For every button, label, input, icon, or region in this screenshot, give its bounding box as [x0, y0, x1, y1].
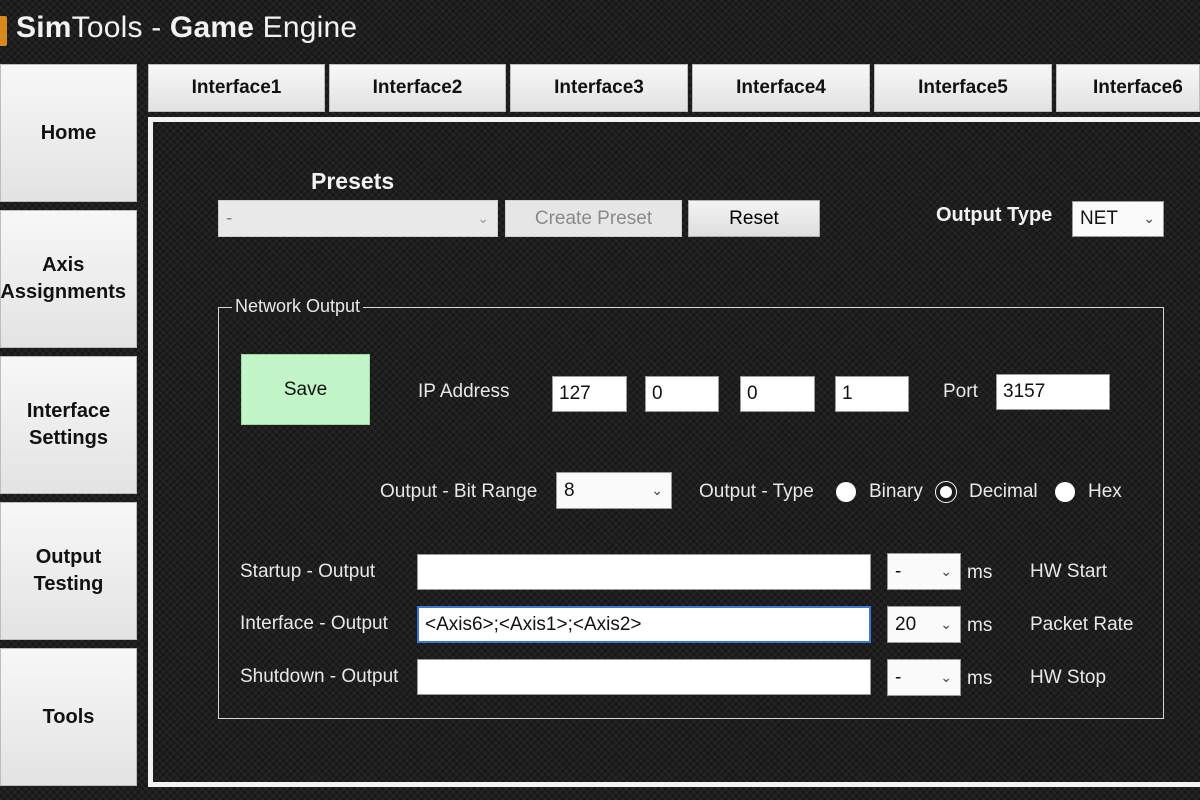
output-type-radio-label: Output - Type [699, 481, 814, 502]
shutdown-output-label: Shutdown - Output [240, 666, 399, 687]
presets-title: Presets [311, 168, 395, 194]
radio-decimal-label: Decimal [969, 481, 1038, 502]
hw-stop-label: HW Stop [1030, 667, 1107, 688]
startup-ms-unit: ms [967, 562, 993, 583]
shutdown-ms-dropdown[interactable]: - ⌄ [887, 659, 961, 696]
tab-interface3[interactable]: Interface3 [510, 64, 688, 112]
bit-range-label: Output - Bit Range [380, 481, 538, 502]
sidebar-item-output-testing[interactable]: Output Testing [0, 502, 137, 640]
app-logo-icon [0, 16, 7, 46]
tab-interface4[interactable]: Interface4 [692, 64, 870, 112]
ip-octet-3-input[interactable] [740, 376, 815, 412]
ip-octet-4-input[interactable] [835, 376, 909, 412]
ip-address-label: IP Address [418, 381, 510, 402]
tab-interface6[interactable]: Interface6 [1056, 64, 1200, 112]
interface-output-input[interactable] [417, 606, 871, 643]
save-button[interactable]: Save [241, 354, 370, 425]
interface-ms-unit: ms [967, 615, 993, 636]
chevron-down-icon: ⌄ [1143, 210, 1155, 227]
interface-output-label: Interface - Output [240, 613, 388, 634]
output-type-label: Output Type [936, 204, 1053, 226]
radio-binary[interactable] [836, 482, 856, 502]
packet-rate-label: Packet Rate [1030, 614, 1134, 635]
startup-output-input[interactable] [417, 554, 871, 590]
sidebar-item-interface-settings[interactable]: Interface Settings [0, 356, 137, 494]
radio-binary-label: Binary [869, 481, 923, 502]
chevron-down-icon: ⌄ [940, 668, 952, 685]
reset-button[interactable]: Reset [688, 200, 820, 237]
radio-hex-label: Hex [1088, 481, 1122, 502]
chevron-down-icon: ⌄ [477, 209, 489, 226]
create-preset-button[interactable]: Create Preset [505, 200, 682, 237]
shutdown-output-input[interactable] [417, 659, 871, 695]
chevron-down-icon: ⌄ [940, 562, 952, 579]
radio-decimal[interactable] [936, 482, 956, 502]
output-type-dropdown[interactable]: NET ⌄ [1072, 201, 1164, 237]
tab-interface2[interactable]: Interface2 [329, 64, 506, 112]
chevron-down-icon: ⌄ [940, 615, 952, 632]
network-output-group-title: Network Output [232, 296, 364, 317]
startup-output-label: Startup - Output [240, 561, 376, 582]
tab-interface5[interactable]: Interface5 [874, 64, 1052, 112]
sidebar-item-home[interactable]: Home [0, 64, 137, 202]
sidebar-item-axis-assignments[interactable]: Axis Assignments [0, 210, 137, 348]
ip-octet-1-input[interactable] [552, 376, 627, 412]
presets-dropdown[interactable]: - ⌄ [218, 200, 498, 237]
hw-start-label: HW Start [1030, 561, 1108, 582]
interface-ms-dropdown[interactable]: 20 ⌄ [887, 606, 961, 643]
sidebar-item-tools[interactable]: Tools [0, 648, 137, 786]
tab-interface1[interactable]: Interface1 [148, 64, 325, 112]
chevron-down-icon: ⌄ [651, 481, 663, 498]
port-label: Port [943, 381, 978, 402]
shutdown-ms-unit: ms [967, 668, 993, 689]
ip-octet-2-input[interactable] [645, 376, 719, 412]
title-bar: SimTools - Game Engine [0, 0, 1200, 62]
startup-ms-dropdown[interactable]: - ⌄ [887, 553, 961, 590]
port-input[interactable] [996, 374, 1110, 410]
radio-hex[interactable] [1055, 482, 1075, 502]
app-title: SimTools - Game Engine [16, 11, 358, 44]
bit-range-dropdown[interactable]: 8 ⌄ [556, 472, 672, 509]
